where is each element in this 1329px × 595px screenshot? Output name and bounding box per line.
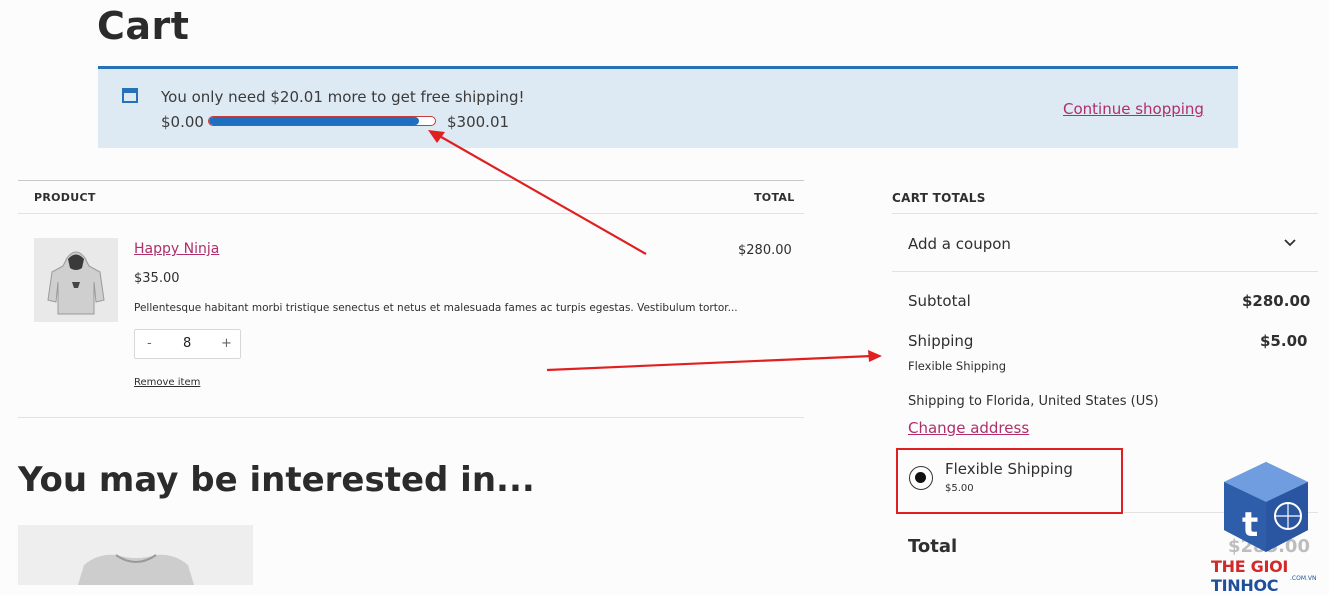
svg-text:t: t <box>1242 505 1258 545</box>
cube-logo-icon: t <box>1224 462 1308 552</box>
arrow-to-shipping <box>546 354 873 372</box>
watermark-domain: .COM.VN <box>1290 575 1317 582</box>
arrowhead-icon <box>868 350 882 362</box>
annotation-arrows <box>428 130 882 372</box>
arrow-to-progress-bar <box>435 133 647 255</box>
